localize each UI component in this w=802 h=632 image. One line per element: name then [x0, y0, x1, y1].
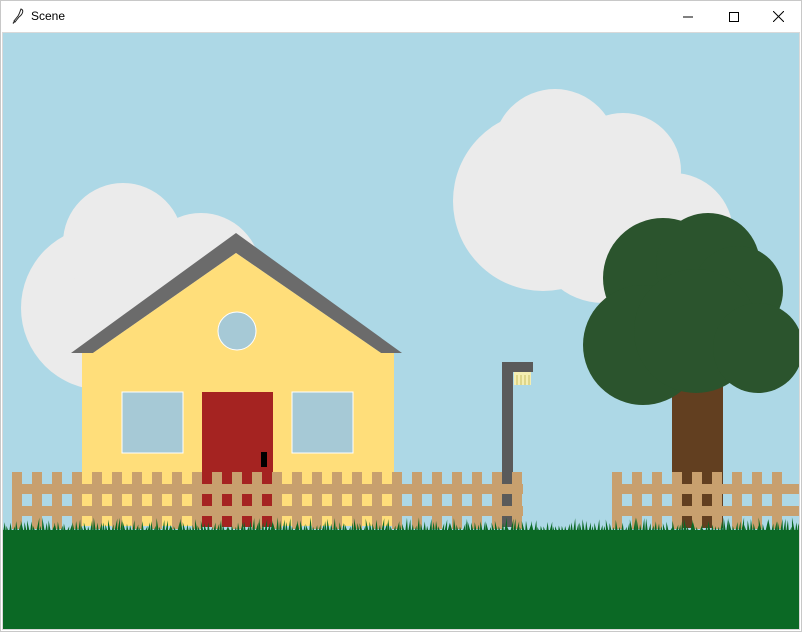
grass: [3, 517, 799, 629]
grass-ground: [3, 530, 799, 629]
door-handle: [261, 452, 267, 467]
minimize-button[interactable]: [665, 1, 711, 32]
close-icon: [772, 11, 784, 22]
window-left: [121, 391, 184, 454]
scene-drawing: [3, 33, 799, 629]
window-title: Scene: [31, 9, 66, 23]
scene-canvas[interactable]: [2, 32, 800, 630]
close-button[interactable]: [755, 1, 801, 32]
title-bar[interactable]: Scene: [1, 1, 801, 32]
maximize-icon: [729, 11, 739, 22]
minimize-icon: [683, 16, 693, 17]
feather-icon: [12, 8, 24, 24]
app-window: Scene: [0, 0, 802, 632]
window-right: [291, 391, 354, 454]
attic-window: [217, 311, 257, 351]
maximize-button[interactable]: [711, 1, 757, 32]
